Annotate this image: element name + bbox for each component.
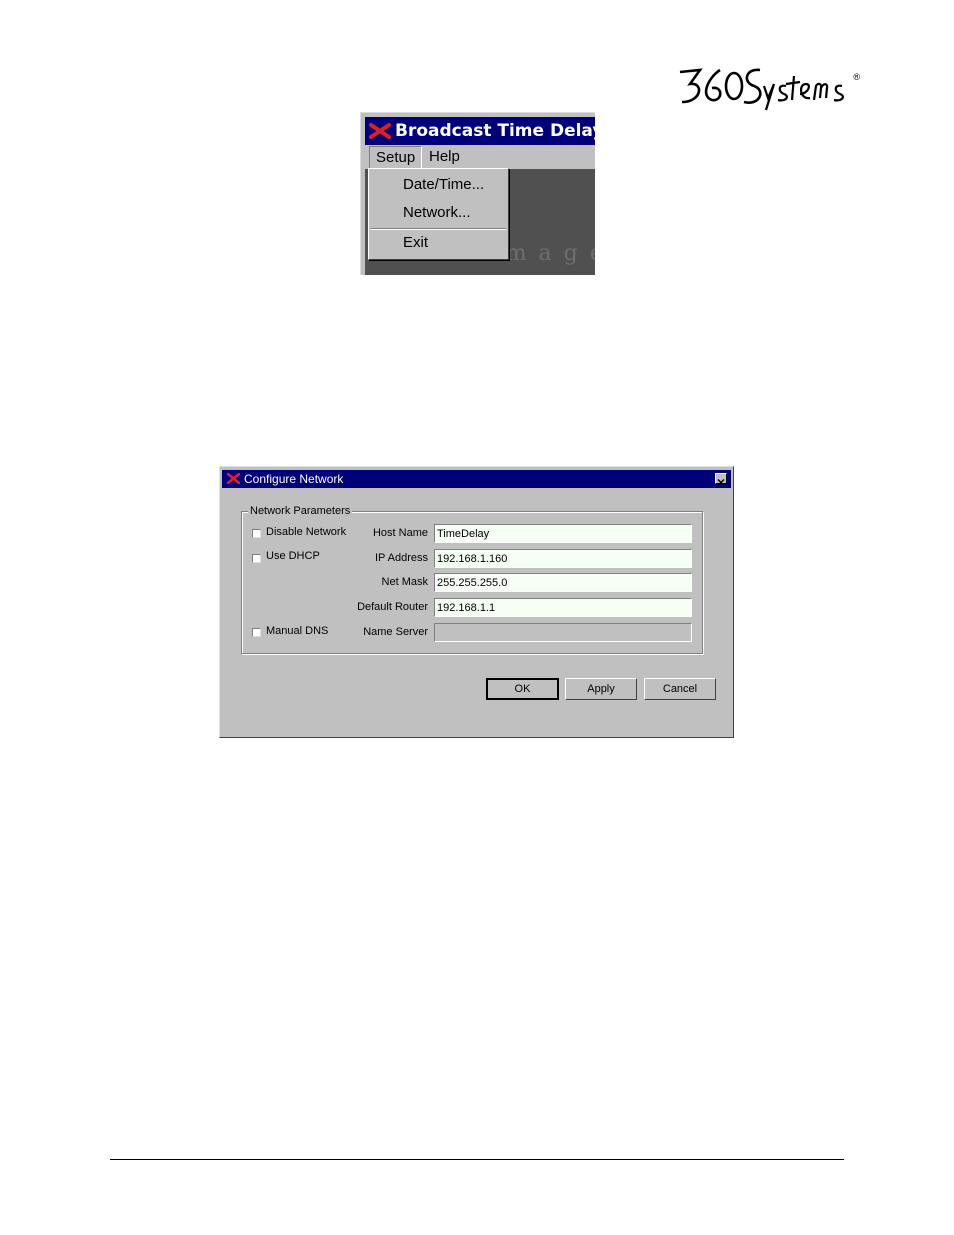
- name-server-label: Name Server: [363, 626, 428, 638]
- name-server-input[interactable]: [434, 623, 692, 642]
- logo-graphic: [679, 68, 844, 111]
- host-name-input[interactable]: [434, 524, 692, 543]
- ip-address-input[interactable]: [434, 549, 692, 568]
- group-label: Network Parameters: [248, 505, 353, 517]
- manual-dns-checkbox[interactable]: [252, 628, 261, 637]
- disable-network-checkbox[interactable]: [252, 529, 261, 538]
- use-dhcp-checkbox[interactable]: [252, 554, 261, 563]
- default-router-input[interactable]: [434, 598, 692, 617]
- menu-item-network[interactable]: Network...: [403, 204, 471, 221]
- dialog-title-bar: Configure Network: [222, 470, 731, 488]
- menu-help[interactable]: Help: [423, 146, 466, 168]
- dialog-x-logo-icon: [227, 473, 240, 484]
- use-dhcp-label: Use DHCP: [266, 550, 320, 562]
- setup-dropdown-menu: Date/Time... Network... Exit: [368, 168, 509, 260]
- net-mask-input[interactable]: [434, 573, 692, 592]
- host-name-label: Host Name: [372, 527, 428, 539]
- close-icon: [717, 479, 725, 486]
- menu-item-exit[interactable]: Exit: [403, 234, 428, 251]
- net-mask-label: Net Mask: [381, 576, 428, 588]
- default-router-label: Default Router: [357, 601, 428, 613]
- menu-setup[interactable]: Setup: [369, 146, 423, 170]
- manual-dns-label: Manual DNS: [266, 625, 329, 637]
- footer-rule: [110, 1159, 844, 1160]
- close-button[interactable]: [715, 473, 727, 486]
- registered-mark: ®: [853, 72, 860, 82]
- company-logo: ®: [676, 62, 862, 112]
- cancel-button[interactable]: Cancel: [644, 678, 716, 700]
- menu-separator: [371, 228, 506, 230]
- menu-item-date-time[interactable]: Date/Time...: [403, 176, 484, 193]
- ok-button[interactable]: OK: [486, 678, 559, 700]
- ip-address-label: IP Address: [375, 552, 428, 564]
- app-title: Broadcast Time Delay I: [395, 121, 595, 141]
- app-x-logo-icon: [369, 123, 391, 139]
- configure-network-dialog: Configure Network Network Parameters Dis…: [219, 466, 734, 738]
- dialog-title: Configure Network: [244, 472, 344, 486]
- app-title-bar: Broadcast Time Delay I: [365, 117, 595, 145]
- apply-button[interactable]: Apply: [565, 678, 637, 700]
- menu-bar: Setup Help: [365, 145, 595, 170]
